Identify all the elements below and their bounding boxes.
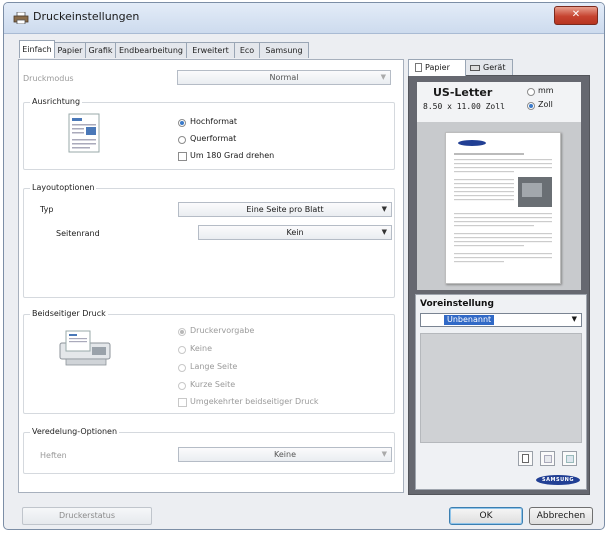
paper-icon — [415, 63, 422, 72]
layout-options-title: Layoutoptionen — [30, 183, 97, 192]
tab-grafik[interactable]: Grafik — [85, 42, 116, 58]
samsung-logo: SAMSUNG — [536, 475, 580, 485]
preset-dropdown[interactable]: Unbenannt ▼ — [420, 313, 582, 327]
preset-title: Voreinstellung — [420, 299, 494, 309]
duplex-default-label: Druckervorgabe — [190, 326, 255, 335]
landscape-radio[interactable] — [178, 136, 186, 144]
tab-erweitert[interactable]: Erweitert — [186, 42, 235, 58]
chevron-down-icon: ▼ — [380, 73, 386, 81]
title-bar: Druckeinstellungen ✕ — [4, 3, 604, 34]
chevron-down-icon: ▼ — [381, 228, 387, 236]
duplex-title: Beidseitiger Druck — [30, 309, 108, 318]
layout-options-group: Layoutoptionen Typ Eine Seite pro Blatt … — [23, 183, 395, 298]
print-mode-value: Normal — [269, 73, 299, 82]
unit-mm-radio[interactable] — [527, 88, 535, 96]
page-border-value: Kein — [286, 228, 304, 237]
close-button[interactable]: ✕ — [554, 6, 598, 25]
finishing-options-title: Veredelung-Optionen — [30, 427, 120, 436]
rotate-180-checkbox[interactable] — [178, 152, 187, 161]
layout-type-value: Eine Seite pro Blatt — [246, 205, 324, 214]
tab-device-preview[interactable]: Gerät — [465, 59, 513, 75]
delete-icon — [566, 455, 574, 463]
duplex-none-radio[interactable] — [178, 346, 186, 354]
unit-inch-label: Zoll — [538, 100, 553, 109]
new-preset-button[interactable] — [518, 451, 533, 466]
reverse-duplex-checkbox[interactable] — [178, 398, 187, 407]
unit-mm-label: mm — [538, 86, 554, 95]
page-border-dropdown[interactable]: Kein ▼ — [198, 225, 392, 240]
chevron-down-icon: ▼ — [381, 205, 387, 213]
print-settings-dialog: Druckeinstellungen ✕ Einfach Papier Graf… — [3, 2, 605, 530]
print-mode-dropdown[interactable]: Normal ▼ — [177, 70, 391, 85]
tab-paper-label: Papier — [425, 63, 450, 72]
staple-label: Heften — [40, 451, 67, 460]
tab-eco[interactable]: Eco — [234, 42, 260, 58]
printer-icon — [470, 65, 480, 71]
duplex-none-label: Keine — [190, 344, 212, 353]
delete-preset-button[interactable] — [562, 451, 577, 466]
reverse-duplex-label: Umgekehrter beidseitiger Druck — [190, 397, 319, 406]
save-preset-button[interactable] — [540, 451, 555, 466]
duplex-default-radio[interactable] — [178, 328, 186, 336]
layout-type-dropdown[interactable]: Eine Seite pro Blatt ▼ — [178, 202, 392, 217]
preset-list[interactable] — [420, 333, 582, 443]
tab-einfach[interactable]: Einfach — [19, 40, 55, 58]
new-document-icon — [522, 454, 529, 463]
rotate-180-label: Um 180 Grad drehen — [190, 151, 275, 160]
tab-samsung[interactable]: Samsung — [259, 42, 309, 58]
page-preview-area — [417, 122, 581, 290]
print-mode-label: Druckmodus — [23, 74, 74, 83]
landscape-label: Querformat — [190, 134, 237, 143]
portrait-label: Hochformat — [190, 117, 238, 126]
duplex-long-edge-radio[interactable] — [178, 364, 186, 372]
preview-panel: US-Letter 8.50 x 11.00 Zoll mm Zoll Vore… — [408, 75, 590, 495]
chevron-down-icon: ▼ — [381, 450, 387, 458]
layout-type-label: Typ — [40, 205, 54, 214]
staple-value: Keine — [274, 450, 296, 459]
tab-paper-preview[interactable]: Papier — [408, 59, 466, 76]
staple-dropdown[interactable]: Keine ▼ — [178, 447, 392, 462]
tab-device-label: Gerät — [483, 63, 506, 72]
page-border-label: Seitenrand — [56, 229, 100, 238]
chevron-down-icon: ▼ — [571, 315, 577, 323]
unit-inch-radio[interactable] — [527, 102, 535, 110]
preset-panel: Voreinstellung Unbenannt ▼ SAMSUNG — [415, 294, 587, 490]
save-icon — [544, 455, 552, 463]
finishing-options-group: Veredelung-Optionen Heften Keine ▼ — [23, 427, 395, 474]
page-preview — [445, 132, 561, 284]
duplex-short-edge-radio[interactable] — [178, 382, 186, 390]
ok-button[interactable]: OK — [449, 507, 523, 525]
tab-papier[interactable]: Papier — [54, 42, 86, 58]
tab-endbearbeitung[interactable]: Endbearbeitung — [115, 42, 187, 58]
duplex-short-edge-label: Kurze Seite — [190, 380, 236, 389]
duplex-printer-icon — [59, 330, 111, 366]
page-preview-content — [454, 140, 552, 263]
paper-name: US-Letter — [433, 86, 493, 99]
printer-icon — [13, 12, 29, 24]
basic-settings-panel: Druckmodus Normal ▼ Ausrichtung Hochform… — [18, 59, 404, 493]
portrait-page-icon — [68, 113, 100, 153]
portrait-radio[interactable] — [178, 119, 186, 127]
paper-size: 8.50 x 11.00 Zoll — [423, 102, 505, 111]
duplex-long-edge-label: Lange Seite — [190, 362, 238, 371]
duplex-group: Beidseitiger Druck Druckervorgabe Keine … — [23, 309, 395, 414]
paper-info: US-Letter 8.50 x 11.00 Zoll mm Zoll — [417, 82, 581, 122]
cancel-button[interactable]: Abbrechen — [529, 507, 593, 525]
orientation-group: Ausrichtung Hochformat Querformat Um 180… — [23, 97, 395, 170]
preset-value: Unbenannt — [444, 315, 495, 325]
printer-status-button[interactable]: Druckerstatus — [22, 507, 152, 525]
orientation-title: Ausrichtung — [30, 97, 83, 106]
window-title: Druckeinstellungen — [33, 10, 140, 23]
